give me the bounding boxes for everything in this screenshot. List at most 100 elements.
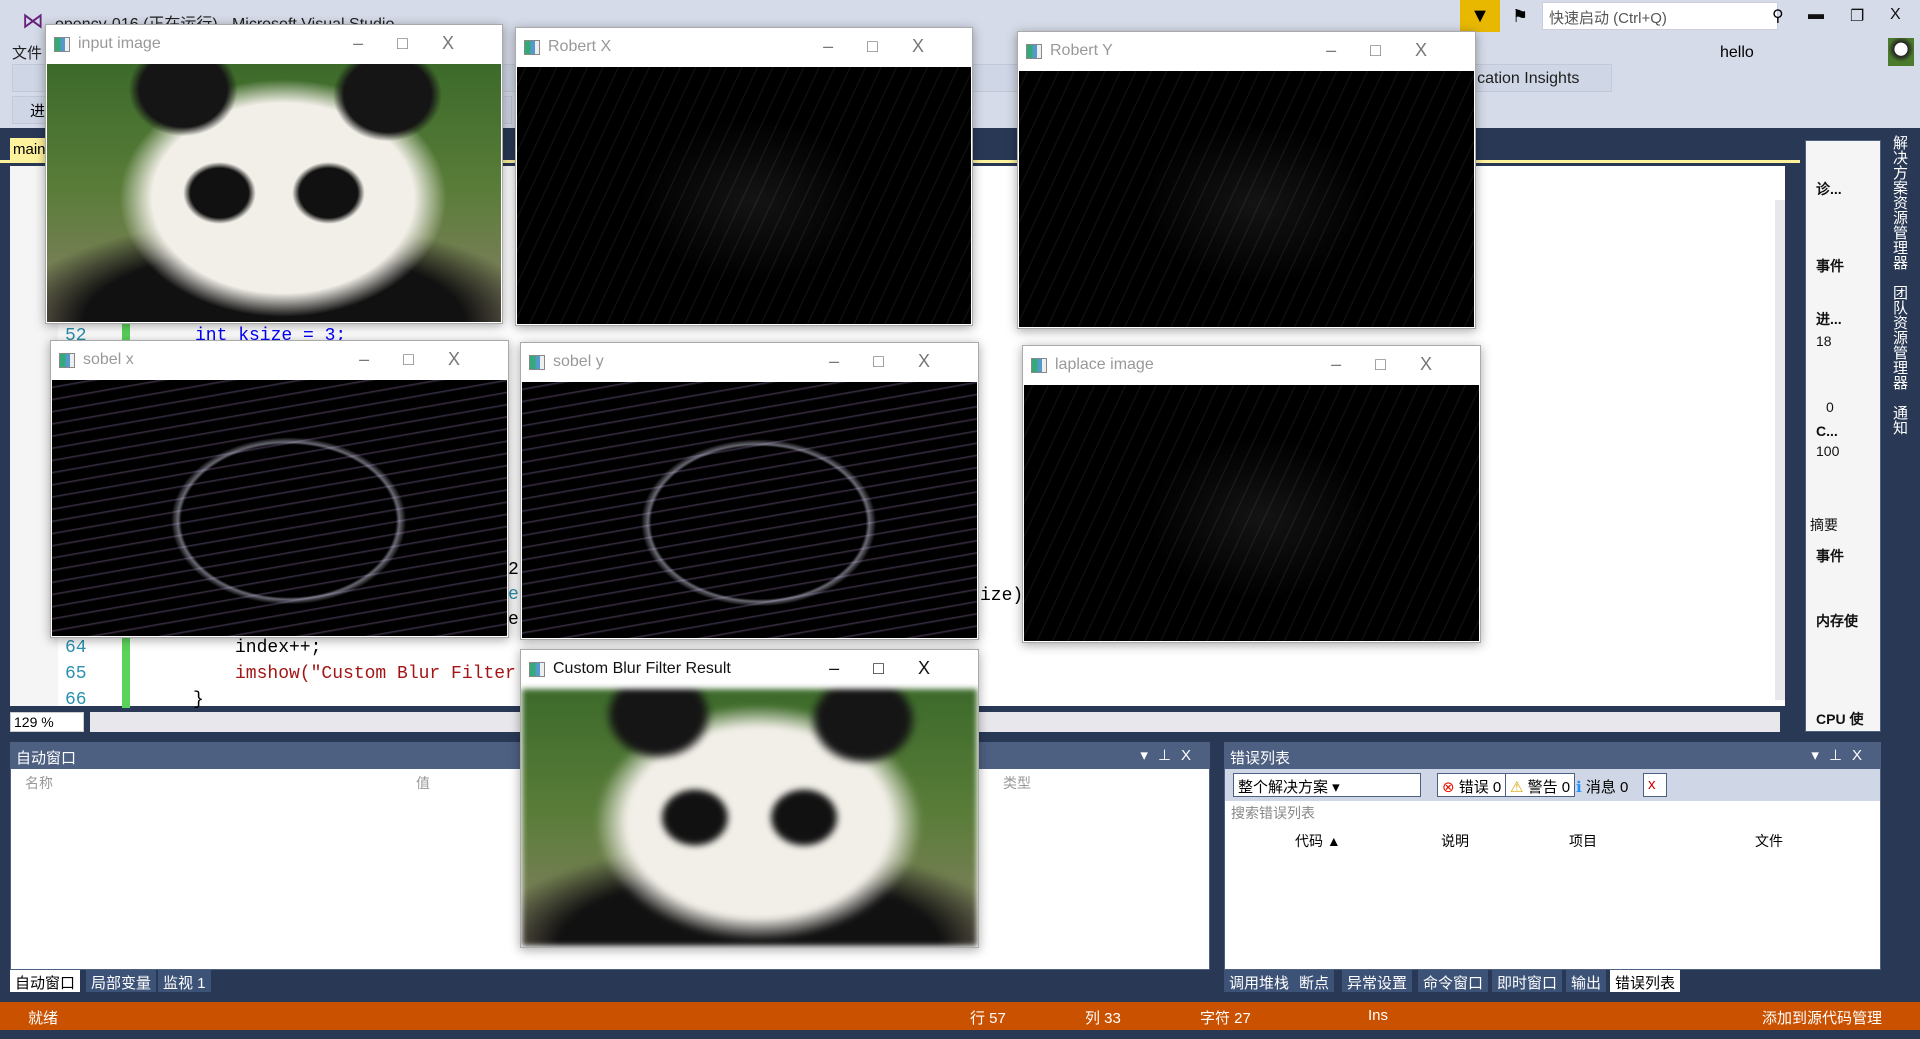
minimize-button[interactable]: ▬ xyxy=(1808,6,1824,24)
col-name[interactable]: 名称 xyxy=(25,773,53,793)
restore-button[interactable]: ❐ xyxy=(1850,6,1864,26)
side-tab-solution-explorer[interactable]: 解决方案资源管理器 xyxy=(1890,135,1910,270)
col-type[interactable]: 类型 xyxy=(1003,773,1031,793)
errors-filter-button[interactable]: ⊗ 错误 0 xyxy=(1437,773,1507,797)
code-line[interactable]: } xyxy=(193,690,204,710)
status-bar: 就绪 行 57 列 33 字符 27 Ins 添加到源代码管理 xyxy=(0,1002,1920,1030)
vertical-scrollbar[interactable] xyxy=(1775,200,1785,700)
doc-tab-main[interactable]: main xyxy=(10,138,50,162)
change-bar xyxy=(122,636,130,708)
diag-events[interactable]: 事件 xyxy=(1816,256,1844,276)
status-col: 列 33 xyxy=(1085,1010,1121,1027)
error-icon: ⊗ xyxy=(1442,779,1455,796)
tab-autos[interactable]: 自动窗口 xyxy=(10,970,81,992)
window-title: input image xyxy=(78,35,161,52)
status-row: 行 57 xyxy=(970,1010,1006,1027)
window-controls[interactable]: –□X xyxy=(1326,40,1461,61)
edge-image xyxy=(52,380,507,636)
code-line[interactable]: imshow("Custom Blur Filter xyxy=(235,664,516,684)
window-icon xyxy=(1026,44,1042,59)
code-fragment: e xyxy=(508,610,519,630)
window-controls[interactable]: –□X xyxy=(353,33,488,54)
window-title: Custom Blur Filter Result xyxy=(553,660,731,677)
side-tab-notifications[interactable]: 通知 xyxy=(1890,405,1910,435)
diag-section: CPU 使 xyxy=(1816,711,1864,727)
edge-image xyxy=(517,67,971,324)
diag-section: 事件 xyxy=(1816,548,1844,564)
diag-cpu[interactable]: C... xyxy=(1816,423,1838,439)
status-char: 字符 27 xyxy=(1200,1010,1251,1027)
tab-call-stack[interactable]: 调用堆栈 xyxy=(1224,970,1295,992)
tab-command[interactable]: 命令窗口 xyxy=(1418,970,1489,992)
tab-summary[interactable]: 摘要 xyxy=(1810,515,1838,535)
code-fragment: 2 xyxy=(508,560,519,580)
line-number: 64 xyxy=(65,638,87,658)
col-value[interactable]: 值 xyxy=(416,773,430,793)
window-laplace-image[interactable]: laplace image –□X xyxy=(1022,345,1481,643)
code-fragment: ize) xyxy=(980,586,1024,606)
edge-image xyxy=(1019,71,1474,327)
user-menu[interactable]: hello xyxy=(1720,44,1754,62)
line-number: 65 xyxy=(65,664,87,684)
diag-value: 100 xyxy=(1816,443,1840,459)
window-custom-blur[interactable]: Custom Blur Filter Result –□X xyxy=(520,649,979,948)
tab-output[interactable]: 输出 xyxy=(1566,970,1607,992)
diag-value: 18 xyxy=(1816,333,1832,349)
window-controls[interactable]: –□X xyxy=(829,658,964,679)
window-robert-x[interactable]: Robert X –□X xyxy=(515,27,973,326)
col-project[interactable]: 项目 xyxy=(1569,831,1597,851)
tab-error-list[interactable]: 错误列表 xyxy=(1610,970,1681,992)
warnings-filter-button[interactable]: ⚠ 警告 0 xyxy=(1505,773,1576,797)
side-tab-team-explorer[interactable]: 团队资源管理器 xyxy=(1890,285,1910,390)
search-errors-input[interactable]: 搜索错误列表 xyxy=(1231,803,1315,823)
filter-icon[interactable]: ▼ xyxy=(1460,0,1500,32)
window-title: Robert X xyxy=(548,38,612,55)
panel-controls[interactable]: ▾⊥X xyxy=(1140,746,1201,764)
window-robert-y[interactable]: Robert Y –□X xyxy=(1017,31,1476,329)
menu-file[interactable]: 文件 xyxy=(12,42,42,63)
panel-controls[interactable]: ▾⊥X xyxy=(1811,746,1872,764)
window-controls[interactable]: –□X xyxy=(359,349,494,370)
clear-filter-icon[interactable]: x xyxy=(1643,773,1667,797)
diagnostics-panel: 诊... 事件 进... 18 0 C... 100 摘要 事件 内存使 CPU… xyxy=(1805,140,1881,732)
warning-icon: ⚠ xyxy=(1510,779,1524,796)
quick-launch-input[interactable]: 快速启动 (Ctrl+Q) xyxy=(1542,2,1778,30)
line-number: 66 xyxy=(65,690,87,710)
window-controls[interactable]: –□X xyxy=(823,36,958,57)
messages-filter-button[interactable]: ℹ 消息 0 xyxy=(1571,773,1633,797)
col-description[interactable]: 说明 xyxy=(1441,831,1469,851)
close-button[interactable]: X xyxy=(1890,6,1901,24)
window-sobel-y[interactable]: sobel y –□X xyxy=(520,342,979,640)
window-controls[interactable]: –□X xyxy=(829,351,964,372)
window-title: laplace image xyxy=(1055,356,1154,373)
tab-watch1[interactable]: 监视 1 xyxy=(158,970,211,992)
window-icon xyxy=(1031,358,1047,373)
window-input-image[interactable]: input image –□X xyxy=(45,24,503,324)
tab-breakpoints[interactable]: 断点 xyxy=(1294,970,1335,992)
avatar[interactable] xyxy=(1888,38,1914,66)
info-icon: ℹ xyxy=(1576,779,1582,796)
zoom-select[interactable]: 129 % xyxy=(10,712,84,732)
status-ins: Ins xyxy=(1368,1007,1389,1024)
window-icon xyxy=(529,355,545,370)
col-file[interactable]: 文件 xyxy=(1755,831,1783,851)
feedback-icon[interactable]: ⚑ xyxy=(1512,6,1528,27)
diag-title: 诊... xyxy=(1816,181,1842,197)
window-sobel-x[interactable]: sobel x –□X xyxy=(50,340,509,638)
panda-image xyxy=(47,64,501,322)
code-line[interactable]: index++; xyxy=(235,638,321,658)
scope-dropdown[interactable]: 整个解决方案 ▾ xyxy=(1233,773,1421,797)
add-to-source-control[interactable]: 添加到源代码管理 xyxy=(1762,1007,1882,1028)
window-icon xyxy=(54,37,70,52)
search-icon: ⚲ xyxy=(1772,8,1784,25)
col-code[interactable]: 代码 ▲ xyxy=(1295,831,1341,851)
diag-process[interactable]: 进... xyxy=(1816,309,1842,329)
window-controls[interactable]: –□X xyxy=(1331,354,1466,375)
diag-section: 内存使 xyxy=(1816,613,1858,629)
tab-locals[interactable]: 局部变量 xyxy=(86,970,157,992)
window-icon xyxy=(529,662,545,677)
tab-exceptions[interactable]: 异常设置 xyxy=(1342,970,1413,992)
edge-image xyxy=(1024,385,1479,641)
tab-immediate[interactable]: 即时窗口 xyxy=(1492,970,1563,992)
application-insights-button[interactable]: lication Insights xyxy=(1470,70,1579,88)
